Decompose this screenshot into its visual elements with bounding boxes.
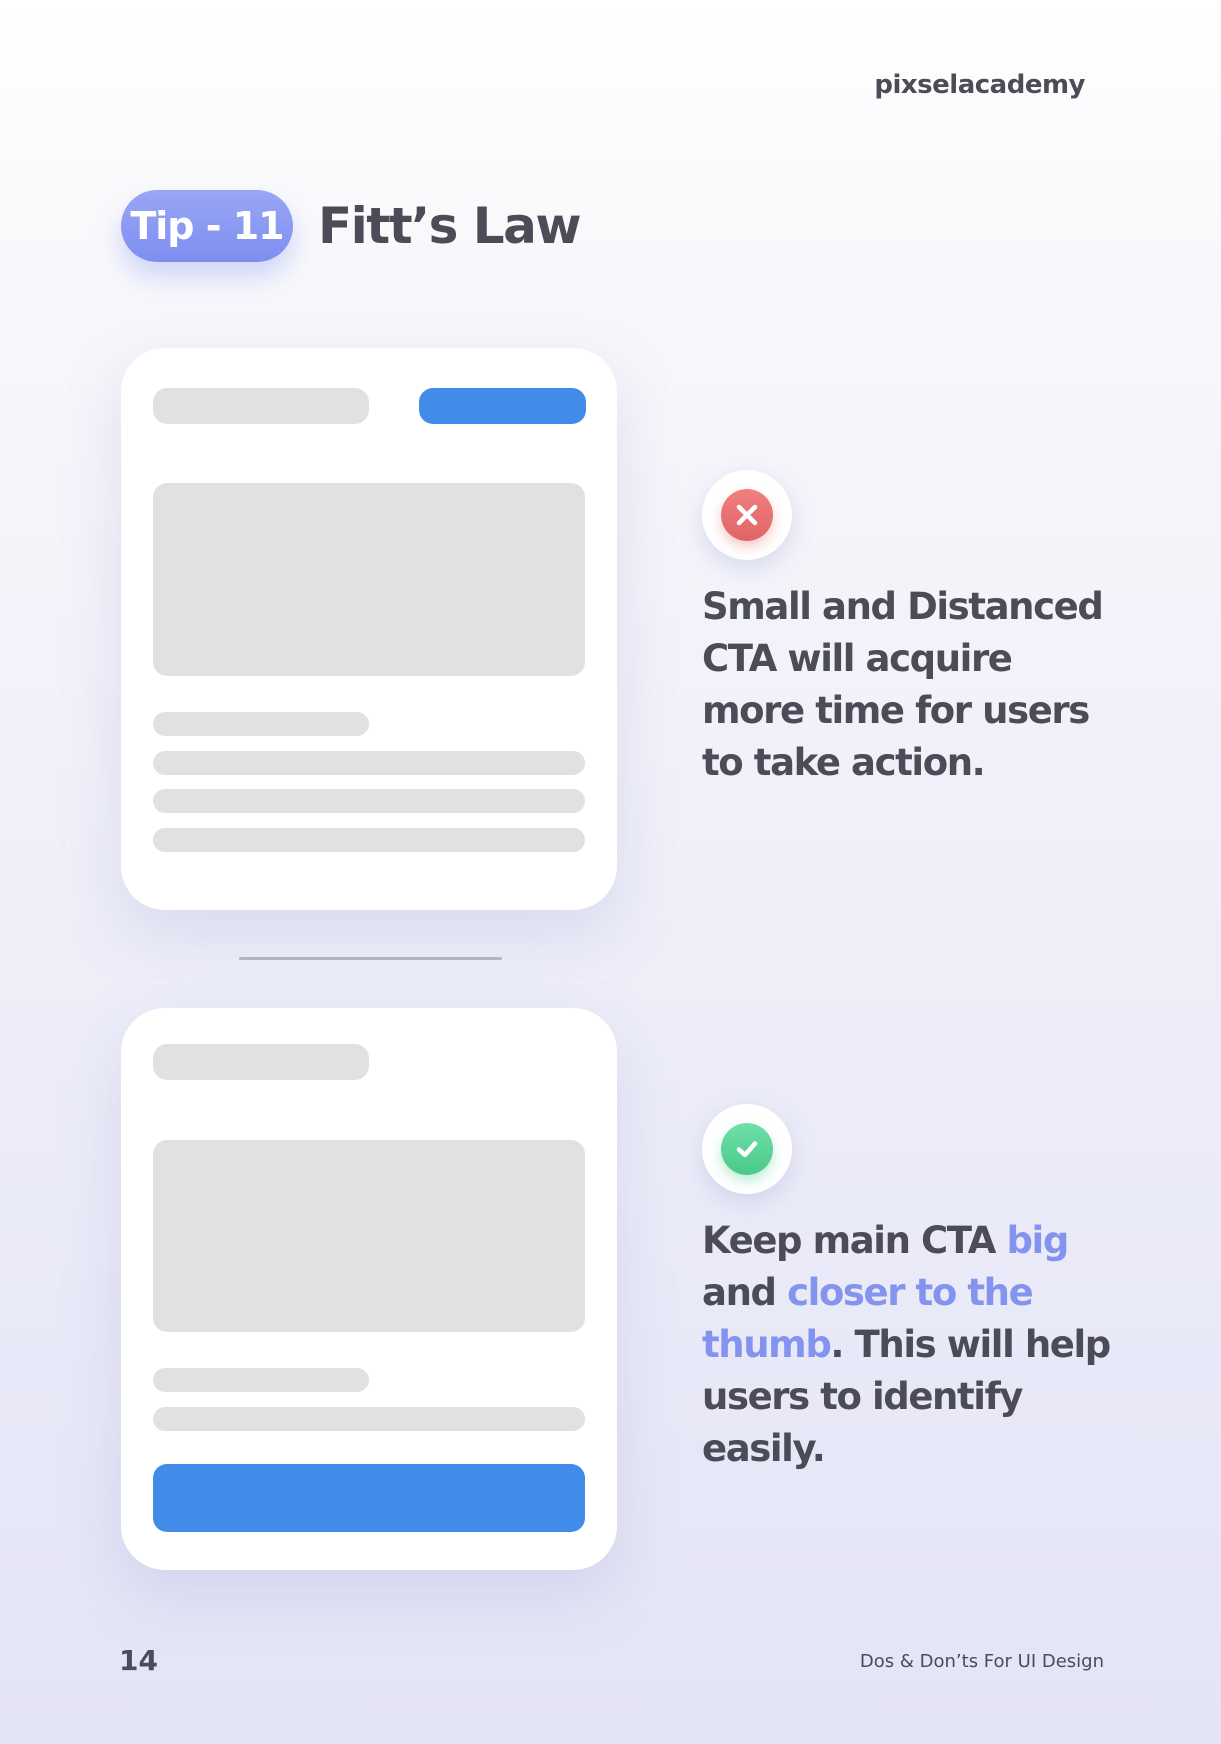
text-line-placeholder (153, 789, 585, 813)
dont-description: Small and Distanced CTA will acquire mor… (702, 585, 1104, 784)
dont-example-mockup (121, 348, 617, 910)
header-placeholder (153, 388, 369, 424)
header-placeholder (153, 1044, 369, 1080)
big-cta-button (153, 1464, 585, 1532)
divider (239, 957, 502, 960)
text-line-placeholder (153, 1368, 369, 1392)
small-cta-button (419, 388, 586, 424)
image-placeholder (153, 1140, 585, 1332)
page-number: 14 (119, 1644, 158, 1677)
do-status-badge (702, 1104, 792, 1194)
text-line-placeholder (153, 712, 369, 736)
text-line-placeholder (153, 751, 585, 775)
text-line-placeholder (153, 828, 585, 852)
footer-title: Dos & Don’ts For UI Design (859, 1651, 1104, 1672)
do-text-part: Keep main CTA (702, 1219, 1007, 1262)
image-placeholder (153, 483, 585, 676)
do-example-mockup (121, 1008, 617, 1570)
check-icon (721, 1123, 773, 1175)
do-text-part: and (702, 1271, 788, 1314)
text-line-placeholder (153, 1407, 585, 1431)
brand-logo-text: pixselacademy (874, 70, 1085, 100)
do-description: Keep main CTA big and closer to the thum… (702, 1215, 1122, 1475)
close-icon (721, 489, 773, 541)
tip-badge: Tip - 11 (121, 190, 293, 262)
do-text-highlight: big (1006, 1219, 1069, 1262)
dont-status-badge (702, 470, 792, 560)
page-title: Fitt’s Law (318, 197, 582, 255)
